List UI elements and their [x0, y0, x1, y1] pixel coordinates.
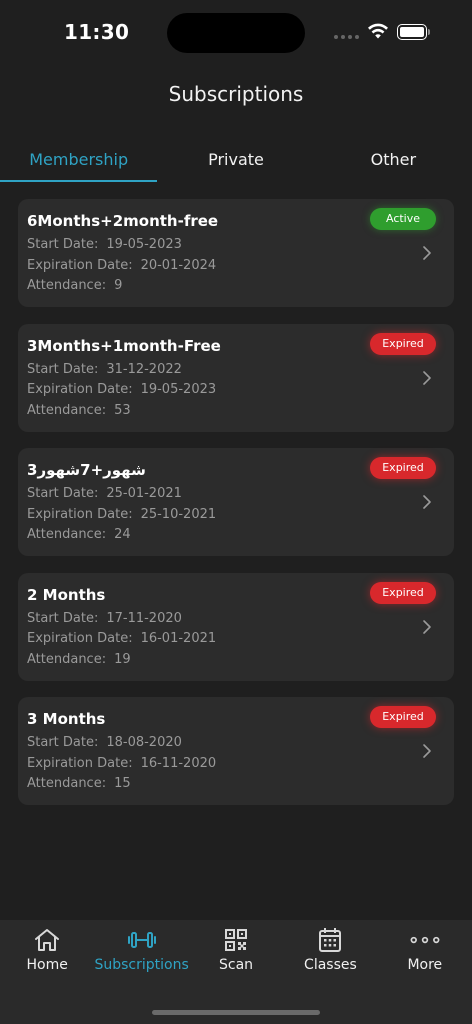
- tab-bar-label: More: [407, 957, 443, 973]
- start-date-value: 31-12-2022: [106, 361, 182, 377]
- status-badge: Expired: [370, 706, 436, 728]
- attendance-label: Attendance:: [27, 402, 107, 418]
- attendance-value: 24: [114, 527, 131, 542]
- tab-bar-label: Scan: [218, 957, 254, 973]
- dumbbell-icon: [127, 927, 157, 953]
- attendance-label: Attendance:: [27, 651, 107, 667]
- segment-tabs: Membership Private Other: [0, 138, 472, 182]
- qr-code-icon: [221, 927, 251, 953]
- subscription-card[interactable]: 3شهور+7شهور Start Date: 25-01-2021 Expira…: [18, 448, 454, 556]
- subscription-card[interactable]: 6Months+2month-free Start Date: 19-05-202…: [18, 199, 454, 307]
- start-date-value: 19-05-2023: [106, 237, 182, 252]
- expiration-date-value: 20-01-2024: [140, 257, 217, 273]
- tab-bar-home[interactable]: Home: [0, 920, 94, 990]
- home-icon: [32, 927, 62, 953]
- chevron-right-icon: [423, 370, 431, 385]
- subscription-card[interactable]: 3Months+1month-Free Start Date: 31-12-202…: [18, 323, 454, 432]
- tab-bar-label: Home: [26, 957, 68, 973]
- start-date-value: 18-08-2020: [106, 735, 182, 750]
- subscription-card[interactable]: 2 Months Start Date: 17-11-2020 Expiratio…: [18, 572, 454, 681]
- start-date-label: Start Date:: [27, 486, 99, 501]
- calendar-icon: [315, 927, 345, 953]
- start-date-value: 25-01-2021: [106, 486, 182, 501]
- wifi-icon: [368, 23, 388, 39]
- attendance-value: 9: [114, 278, 123, 293]
- battery-cap: [428, 29, 430, 35]
- attendance-label: Attendance:: [27, 776, 107, 791]
- expiration-date-value: 25-10-2021: [140, 506, 217, 522]
- tab-private[interactable]: Private: [157, 138, 314, 182]
- expiration-date-value: 19-05-2023: [140, 382, 217, 397]
- expiration-date-label: Expiration Date:: [27, 755, 133, 771]
- home-indicator[interactable]: [152, 1010, 320, 1015]
- tab-bar-label: Subscriptions: [94, 957, 189, 973]
- start-date-label: Start Date:: [27, 610, 99, 626]
- subscription-list: 6Months+2month-free Start Date: 19-05-202…: [18, 199, 454, 822]
- expiration-date-label: Expiration Date:: [27, 257, 133, 273]
- dynamic-island: [167, 13, 305, 53]
- chevron-right-icon: [423, 246, 431, 260]
- chevron-right-icon: [423, 744, 431, 758]
- expiration-date-label: Expiration Date:: [27, 506, 133, 522]
- battery-icon: [397, 24, 427, 40]
- expiration-date-label: Expiration Date:: [27, 631, 133, 646]
- tab-other[interactable]: Other: [315, 138, 472, 182]
- more-icon: [410, 927, 440, 953]
- expiration-date-label: Expiration Date:: [27, 382, 133, 397]
- status-badge: Active: [370, 208, 436, 230]
- attendance-label: Attendance:: [27, 278, 107, 293]
- chevron-right-icon: [423, 619, 431, 634]
- status-badge: Expired: [370, 332, 436, 355]
- subscription-card[interactable]: 3 Months Start Date: 18-08-2020 Expiratio…: [18, 697, 454, 805]
- attendance-value: 19: [114, 651, 131, 667]
- chevron-right-icon: [423, 495, 431, 509]
- tab-membership[interactable]: Membership: [0, 138, 158, 182]
- attendance-label: Attendance:: [27, 527, 107, 542]
- tab-bar-classes[interactable]: Classes: [283, 920, 377, 990]
- status-bar: 11:30: [0, 0, 472, 60]
- attendance-value: 15: [114, 776, 131, 791]
- attendance-value: 53: [114, 402, 131, 418]
- start-date-label: Start Date:: [27, 361, 99, 377]
- expiration-date-value: 16-11-2020: [140, 755, 217, 771]
- status-badge: Expired: [370, 457, 436, 479]
- tab-bar-subscriptions[interactable]: Subscriptions: [94, 920, 189, 990]
- start-date-label: Start Date:: [27, 237, 99, 252]
- status-badge: Expired: [370, 581, 436, 604]
- signal-icon: [334, 35, 359, 39]
- status-time: 11:30: [64, 20, 130, 44]
- tab-bar-more[interactable]: More: [378, 920, 472, 990]
- expiration-date-value: 16-01-2021: [140, 631, 217, 646]
- page-title: Subscriptions: [168, 82, 304, 106]
- start-date-label: Start Date:: [27, 735, 99, 750]
- tab-bar-scan[interactable]: Scan: [189, 920, 283, 990]
- tab-bar-label: Classes: [304, 957, 357, 973]
- start-date-value: 17-11-2020: [106, 610, 182, 626]
- bottom-tab-bar: Home Subscriptions Scan Classes More: [0, 920, 472, 1024]
